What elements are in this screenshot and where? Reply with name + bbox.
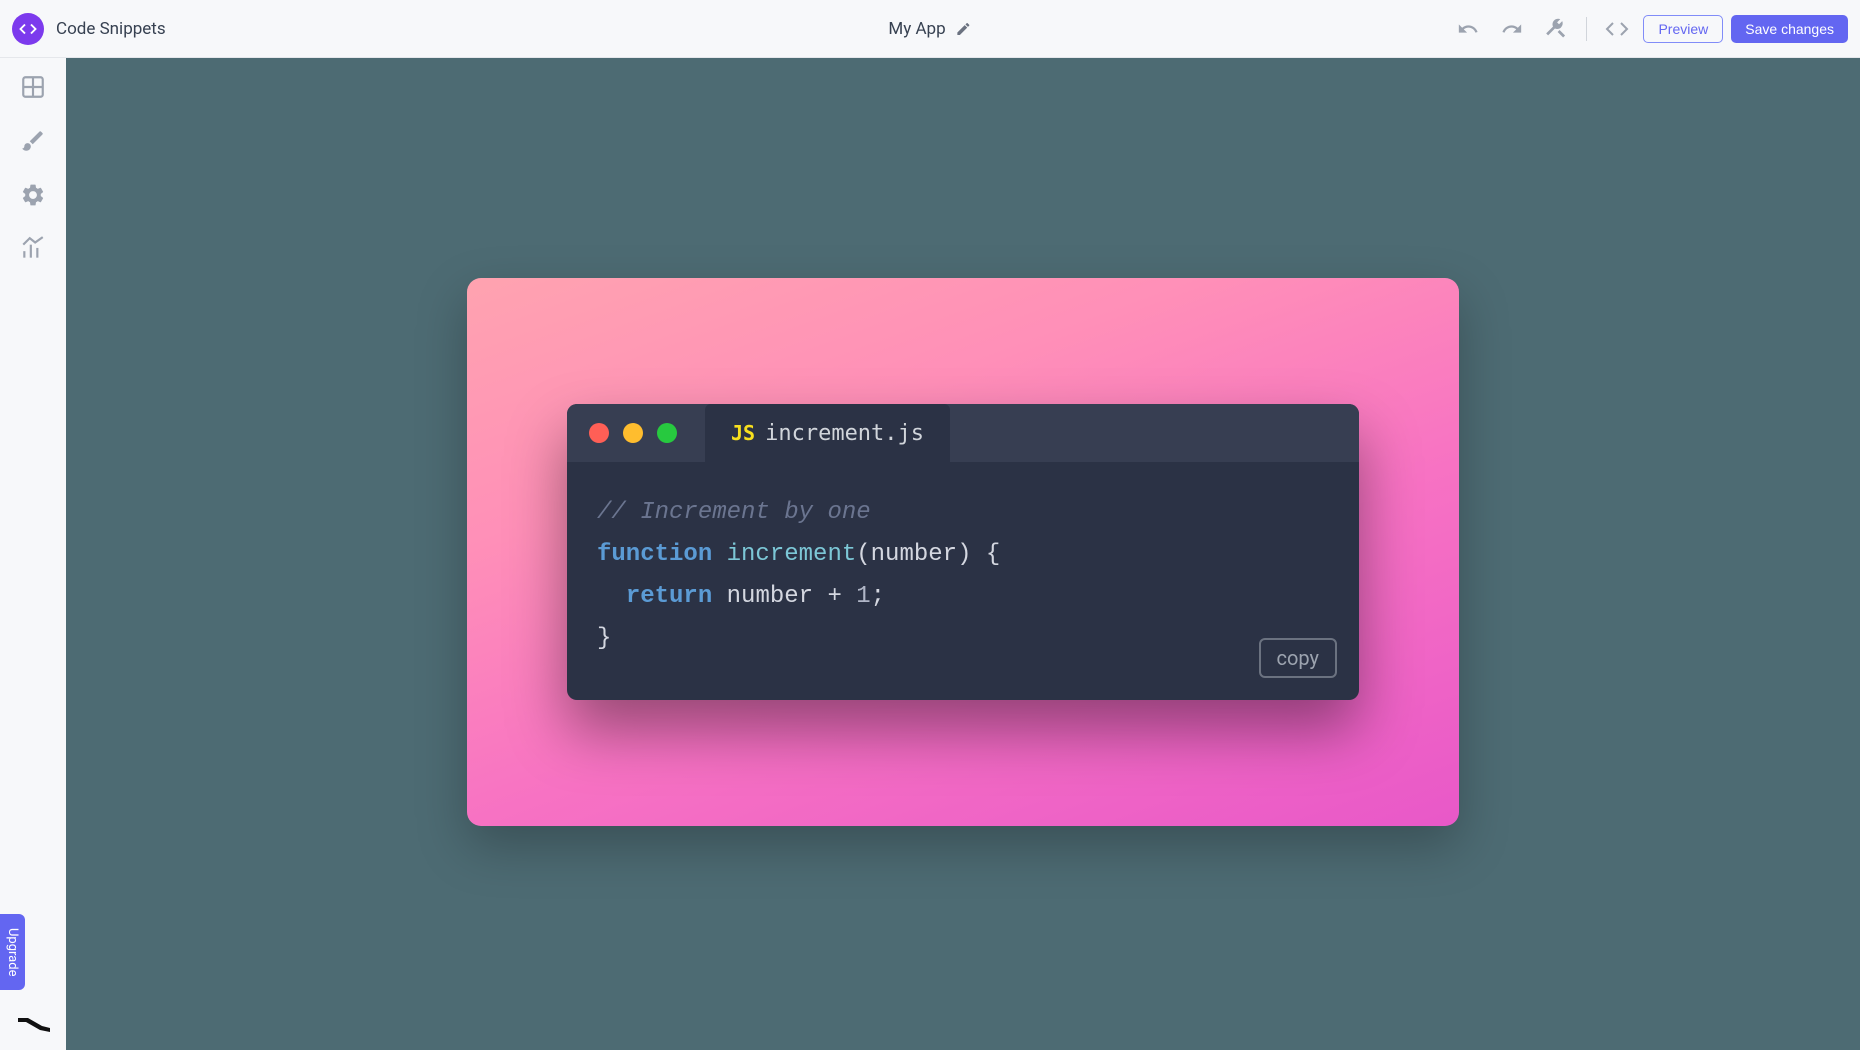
window-header: JS increment.js xyxy=(567,404,1359,462)
canvas[interactable]: JS increment.js // Increment by one func… xyxy=(66,58,1860,1050)
js-icon: JS xyxy=(731,421,755,445)
code-comment: // Increment by one xyxy=(597,499,871,526)
file-tab[interactable]: JS increment.js xyxy=(705,404,950,462)
hammer-icon[interactable] xyxy=(1538,11,1574,47)
palette-icon[interactable] xyxy=(12,1014,52,1038)
app-logo-icon[interactable] xyxy=(12,13,44,45)
brush-icon[interactable] xyxy=(20,128,46,154)
minimize-dot-icon xyxy=(623,423,643,443)
redo-icon[interactable] xyxy=(1494,11,1530,47)
save-button[interactable]: Save changes xyxy=(1731,15,1848,43)
header-center: My App xyxy=(888,19,971,39)
header-left: Code Snippets xyxy=(12,13,166,45)
close-dot-icon xyxy=(589,423,609,443)
undo-icon[interactable] xyxy=(1450,11,1486,47)
code-line-4: } xyxy=(597,618,1329,660)
sidebar: Upgrade xyxy=(0,58,66,1050)
code-window: JS increment.js // Increment by one func… xyxy=(567,404,1359,700)
code-line-2: function increment(number) { xyxy=(597,534,1329,576)
app-name: My App xyxy=(888,19,945,39)
code-line-1: // Increment by one xyxy=(597,492,1329,534)
app-header: Code Snippets My App xyxy=(0,0,1860,58)
maximize-dot-icon xyxy=(657,423,677,443)
file-name: increment.js xyxy=(765,421,924,446)
body: Upgrade JS increment.js xyxy=(0,58,1860,1050)
header-title: Code Snippets xyxy=(56,19,166,39)
header-divider xyxy=(1586,17,1587,41)
edit-icon[interactable] xyxy=(956,21,972,37)
snippet-card[interactable]: JS increment.js // Increment by one func… xyxy=(467,278,1459,826)
code-line-3: return number + 1; xyxy=(597,576,1329,618)
gear-icon[interactable] xyxy=(20,182,46,208)
grid-icon[interactable] xyxy=(20,74,46,100)
code-body[interactable]: // Increment by one function increment(n… xyxy=(567,462,1359,700)
header-right: Preview Save changes xyxy=(1450,11,1848,47)
traffic-lights xyxy=(589,423,677,443)
chart-icon[interactable] xyxy=(20,236,46,262)
code-icon[interactable] xyxy=(1599,11,1635,47)
copy-button[interactable]: copy xyxy=(1259,638,1337,678)
preview-button[interactable]: Preview xyxy=(1643,15,1723,43)
upgrade-button[interactable]: Upgrade xyxy=(0,914,25,990)
